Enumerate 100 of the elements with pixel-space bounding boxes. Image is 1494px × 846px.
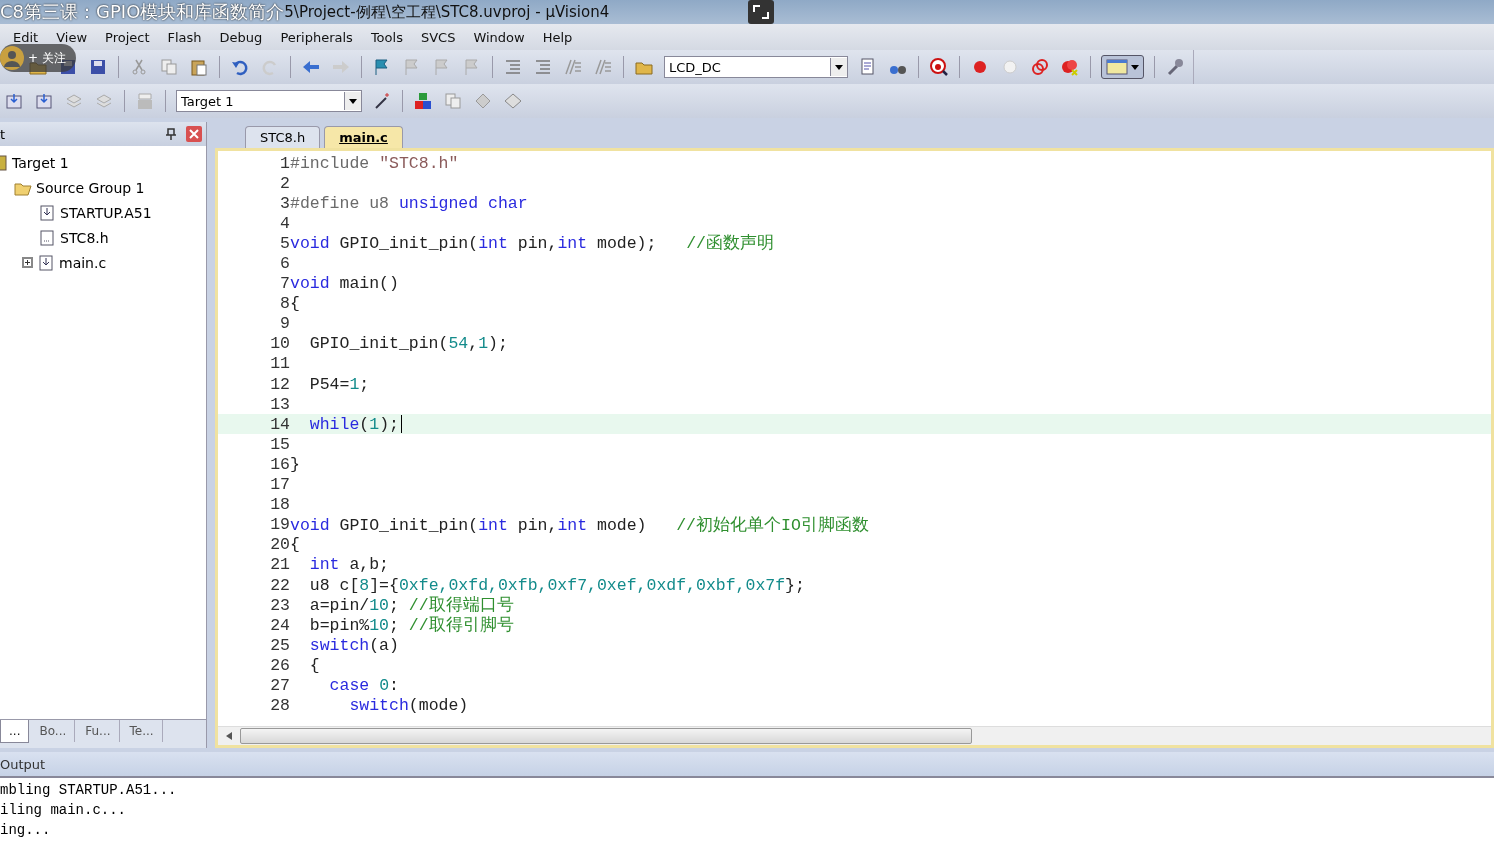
code-line: a=pin/10; //取得端口号 [308,595,514,616]
line-number: 19 [269,515,290,535]
cut-icon[interactable] [129,57,149,77]
line-number: 25 [269,635,290,655]
avatar-icon [0,46,24,70]
dropdown-arrow-icon [835,64,843,70]
line-number: 6 [279,254,290,273]
line-number: 5 [279,233,290,253]
line-number: 14 [269,414,290,434]
menu-item[interactable]: Tools [361,29,412,45]
close-icon[interactable] [186,126,202,142]
find-dropdown[interactable]: LCD_DC [664,56,848,78]
window-layout-button[interactable] [1101,55,1144,79]
debug-icon[interactable] [929,57,949,77]
line-number: 2 [279,173,290,193]
line-number: 13 [269,394,290,414]
tree-item[interactable]: STARTUP.A51 [60,204,152,221]
line-number: 17 [269,475,290,495]
menu-item[interactable]: Window [464,29,534,45]
line-number: 24 [269,615,290,635]
blocks-icon[interactable] [413,91,433,111]
unindent-icon[interactable] [533,57,553,77]
fullscreen-icon[interactable] [748,0,774,24]
code-line: u8 c[8]={0xfe,0xfd,0xfb,0xf7,0xef,0xdf,0xbf,0x7f}; [308,575,805,595]
scroll-left-icon[interactable] [226,732,232,740]
follow-button[interactable]: + 关注 [28,49,66,67]
diamond-icon[interactable] [473,91,493,111]
line-number: 11 [269,354,290,374]
wrench-icon[interactable] [1165,57,1185,77]
code-line: void main() [290,274,399,294]
code-line: P54=1; [308,374,370,394]
text-cursor [400,415,402,434]
video-caption: C8第三课：GPIO模块和库函数简介 [0,0,285,24]
code-line: } [290,454,300,474]
code-line: GPIO_init_pin(54,1); [308,334,508,354]
line-number: 20 [269,535,290,555]
code-line: { [308,655,320,675]
tree-item[interactable]: STC8.h [60,229,109,246]
line-number: 7 [279,274,290,294]
code-line: switch(a) [308,635,399,655]
output-line: ing... [0,822,52,840]
output-title: Output [0,756,46,772]
code-line: while(1); [308,414,399,434]
line-number: 8 [279,294,290,314]
window-icon [1106,59,1128,75]
file-icon [38,228,56,247]
menu-item[interactable]: Peripherals [271,29,362,45]
paste-icon[interactable] [189,57,209,77]
tree-item[interactable]: Target 1 [12,154,69,171]
output-line: mbling STARTUP.A51... [0,782,178,800]
build-icon[interactable] [34,91,54,111]
file-tab[interactable]: STC8.h [245,126,321,148]
windows-icon[interactable] [443,91,463,111]
file-tab[interactable]: main.c [324,126,403,148]
code-line: void GPIO_init_pin(int pin,int mode) //初始化单个IO引脚函数 [290,514,869,536]
pin-icon[interactable] [166,128,176,140]
menu-item[interactable]: SVCS [411,29,465,45]
menu-item[interactable]: Help [533,29,582,45]
uncomment-icon[interactable] [593,57,613,77]
panel-tab[interactable]: Bo... [31,720,76,742]
code-line: int a,b; [308,555,390,575]
line-number: 16 [269,454,290,474]
line-number: 15 [269,434,290,454]
menu-item[interactable]: Flash [158,29,211,45]
menu-item[interactable]: View [47,29,97,45]
target-dropdown[interactable]: Target 1 [176,90,362,112]
code-line: #include "STC8.h" [290,153,459,173]
line-number: 9 [279,314,290,334]
output-line: iling main.c... [0,802,128,820]
code-line: case 0: [328,676,399,695]
code-line: b=pin%10; //取得引脚号 [308,615,514,637]
panel-tab[interactable]: Fu... [77,720,120,742]
line-number: 3 [279,193,290,213]
panel-tab[interactable]: Te... [121,720,163,742]
line-number: 1 [279,153,290,173]
expand-icon[interactable] [22,257,33,268]
line-number: 28 [269,696,290,716]
line-number: 27 [269,676,290,695]
indent-icon[interactable] [503,57,523,77]
tree-item[interactable]: Source Group 1 [36,179,145,196]
copy-icon[interactable] [159,57,179,77]
code-line: #define u8 unsigned char [290,193,528,213]
code-line: void GPIO_init_pin(int pin,int mode); //函数声明 [290,233,774,255]
menu-item[interactable]: Debug [210,29,272,45]
comment-icon[interactable] [563,57,583,77]
line-number: 26 [269,655,290,675]
line-number: 10 [269,334,290,354]
tree-item[interactable]: main.c [59,254,107,271]
horizontal-scrollbar[interactable] [218,726,1491,745]
menu-item[interactable]: Project [96,29,159,45]
breakpoints-icon[interactable] [1030,57,1050,77]
save-all-icon[interactable] [88,57,108,77]
panel-tab[interactable]: ... [0,720,30,743]
dropdown-arrow-icon [349,98,357,104]
menu-item[interactable]: Edit [4,29,48,45]
line-number: 4 [279,213,290,233]
code-line: { [290,294,300,314]
file-icon [37,253,55,272]
breakpoint-clear-icon[interactable] [1060,57,1080,77]
build-icon[interactable] [4,91,24,111]
